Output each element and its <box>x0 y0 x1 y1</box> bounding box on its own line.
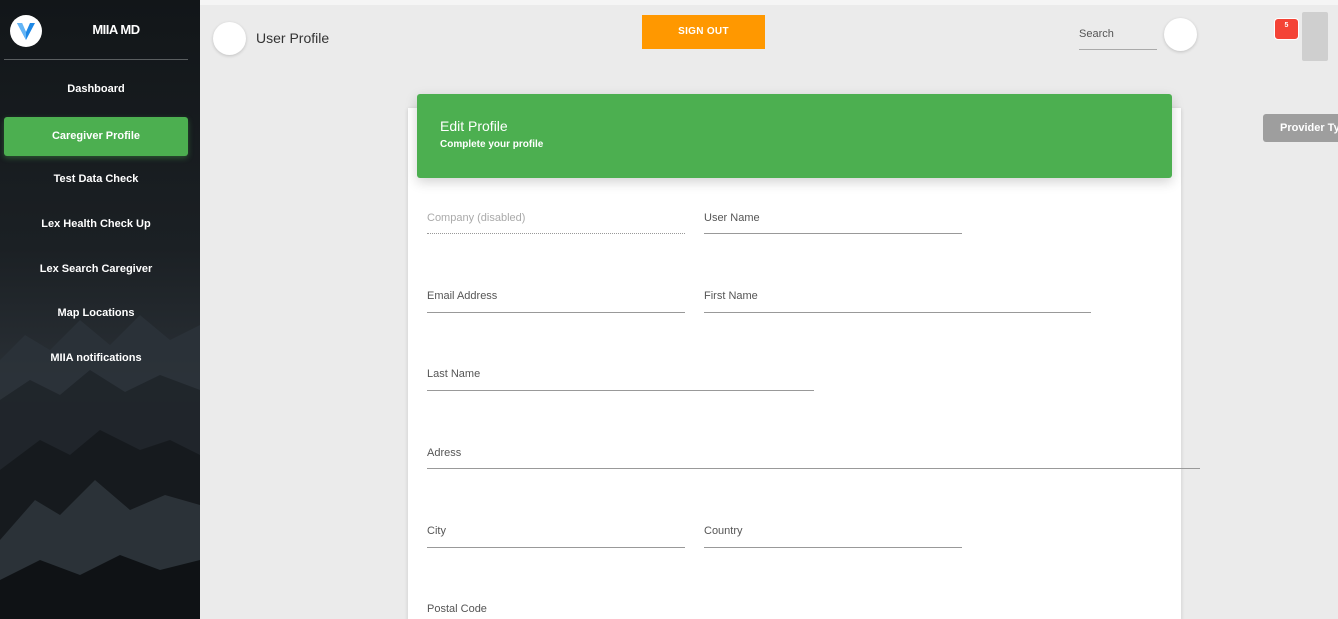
sidebar-item-caregiver-profile[interactable]: Caregiver Profile <box>4 117 188 156</box>
last-name-field-underline <box>427 390 814 391</box>
company-field-underline <box>427 233 685 234</box>
sidebar-item-test-data-check[interactable]: Test Data Check <box>4 160 188 199</box>
brand-name[interactable]: MIIA MD <box>68 22 164 37</box>
sidebar-item-miia-notifications[interactable]: MIIA notifications <box>4 339 188 378</box>
user-menu-button[interactable] <box>1302 12 1328 61</box>
provider-type-button[interactable]: Provider Type <box>1263 114 1338 142</box>
email-field-underline <box>427 312 685 313</box>
sidebar-item-lex-search-caregiver[interactable]: Lex Search Caregiver <box>4 250 188 289</box>
sidebar-divider <box>4 59 188 60</box>
address-field-underline <box>427 468 1200 469</box>
email-field[interactable]: Email Address <box>427 290 497 302</box>
first-name-field[interactable]: First Name <box>704 290 758 302</box>
search-input[interactable]: Search <box>1079 28 1114 40</box>
address-field[interactable]: Adress <box>427 447 461 459</box>
search-input-underline <box>1079 49 1157 50</box>
search-icon[interactable] <box>1164 18 1197 51</box>
first-name-field-underline <box>704 312 1091 313</box>
username-field-underline <box>704 233 962 234</box>
sign-out-button[interactable]: SIGN OUT <box>642 15 765 49</box>
city-field[interactable]: City <box>427 525 446 537</box>
notifications-icon[interactable]: 5 <box>1274 18 1299 40</box>
profile-card: Company (disabled) User Name Email Addre… <box>408 108 1200 619</box>
card-title: Edit Profile <box>440 118 508 134</box>
sidebar-item-lex-health-check-up[interactable]: Lex Health Check Up <box>4 205 188 244</box>
card-header: Edit Profile Complete your profile <box>417 94 1172 178</box>
username-field[interactable]: User Name <box>704 212 760 224</box>
sidebar: MIIA MD Dashboard Caregiver Profile Test… <box>0 0 200 619</box>
page-title: User Profile <box>256 30 330 46</box>
menu-icon[interactable] <box>213 22 246 55</box>
brand: MIIA MD <box>0 0 200 60</box>
sidebar-item-dashboard[interactable]: Dashboard <box>4 70 188 109</box>
sidebar-item-map-locations[interactable]: Map Locations <box>4 294 188 333</box>
city-field-underline <box>427 547 685 548</box>
top-strip <box>200 0 1338 5</box>
company-field: Company (disabled) <box>427 212 526 224</box>
last-name-field[interactable]: Last Name <box>427 368 480 380</box>
country-field[interactable]: Country <box>704 525 743 537</box>
logo-icon[interactable] <box>10 15 42 47</box>
card-subtitle: Complete your profile <box>440 139 544 150</box>
country-field-underline <box>704 547 962 548</box>
postal-code-field[interactable]: Postal Code <box>427 603 487 615</box>
